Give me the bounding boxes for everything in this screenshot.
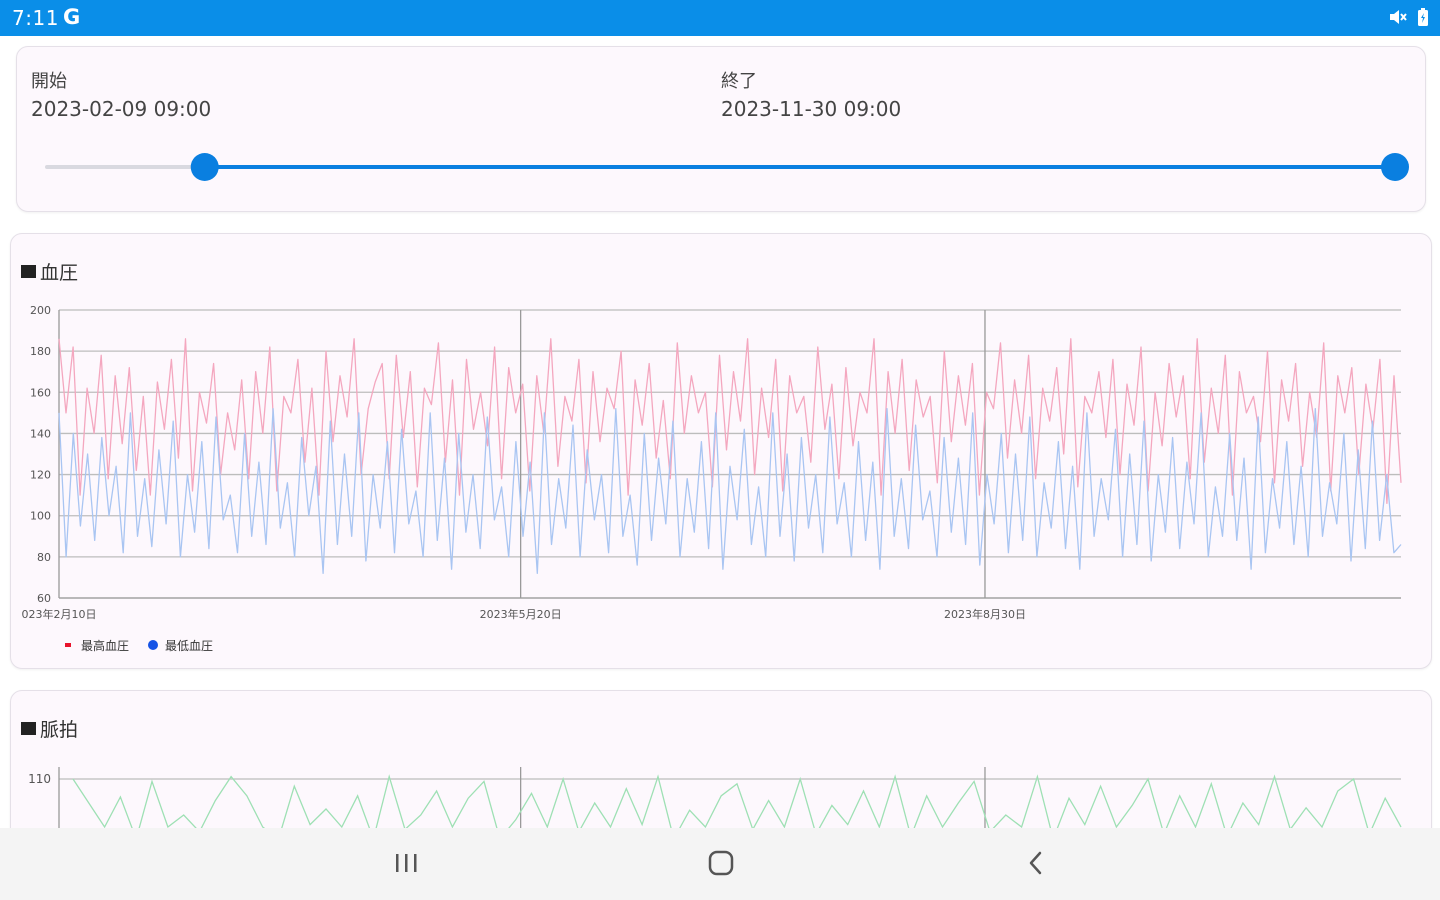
pulse-y-tick-label: 110 — [28, 772, 51, 786]
recent-apps-icon[interactable] — [386, 846, 426, 882]
status-time: 7:11 — [12, 6, 59, 30]
pulse-title-text: 脈拍 — [40, 719, 79, 741]
bp-y-tick-label: 120 — [30, 469, 51, 482]
bp-x-tick-label: 023年2月10日 — [22, 607, 97, 621]
legend-diastolic-marker — [148, 640, 158, 650]
start-label: 開始 — [31, 71, 67, 92]
end-date-value[interactable]: 2023-11-30 09:00 — [721, 97, 901, 121]
bp-y-tick-label: 180 — [30, 345, 51, 358]
slider-start-handle[interactable] — [190, 153, 219, 181]
google-g-icon: G — [63, 5, 81, 29]
bp-y-tick-label: 100 — [30, 510, 51, 523]
slider-end-handle[interactable] — [1381, 153, 1409, 181]
blood-pressure-card: 血圧 60 80 100 120 140 160 180 200 023年2月10日 2023年5… — [10, 233, 1432, 669]
status-bar: 7:11 G — [0, 0, 1440, 36]
legend-systolic-marker — [65, 643, 71, 647]
status-icons — [1388, 8, 1428, 26]
bp-y-tick-label: 80 — [37, 551, 51, 564]
bp-chart-title: 血圧 — [21, 258, 78, 285]
pulse-chart[interactable]: 110 — [11, 751, 1429, 828]
main-content: 開始 2023-02-09 09:00 終了 2023-11-30 09:00 … — [0, 36, 1440, 828]
legend-label: 最高血圧 — [81, 638, 129, 653]
back-icon[interactable] — [1016, 846, 1056, 882]
blood-pressure-chart[interactable]: 60 80 100 120 140 160 180 200 023年2月10日 2023年5月20… — [11, 294, 1429, 666]
bp-x-tick-label: 2023年5月20日 — [480, 607, 562, 621]
pulse-card: 脈拍 110 — [10, 690, 1432, 828]
pulse-chart-title: 脈拍 — [21, 715, 78, 742]
start-date-value[interactable]: 2023-02-09 09:00 — [31, 97, 211, 121]
date-range-card: 開始 2023-02-09 09:00 終了 2023-11-30 09:00 — [16, 46, 1426, 212]
end-label: 終了 — [721, 71, 757, 92]
mute-icon — [1390, 10, 1407, 24]
title-square-icon — [21, 722, 36, 735]
home-icon[interactable] — [701, 846, 741, 882]
bp-y-tick-label: 60 — [37, 592, 51, 605]
bp-title-text: 血圧 — [40, 262, 79, 284]
bp-x-tick-label: 2023年8月30日 — [944, 607, 1026, 621]
bp-y-tick-label: 160 — [30, 386, 51, 399]
pulse-series-line — [72, 774, 1402, 828]
legend-label: 最低血圧 — [165, 639, 213, 653]
battery-icon — [1418, 8, 1428, 26]
bp-y-tick-label: 140 — [30, 427, 51, 440]
date-range-slider[interactable] — [17, 147, 1425, 187]
navigation-bar — [0, 828, 1440, 900]
title-square-icon — [21, 265, 36, 278]
bp-y-tick-label: 200 — [30, 304, 51, 317]
